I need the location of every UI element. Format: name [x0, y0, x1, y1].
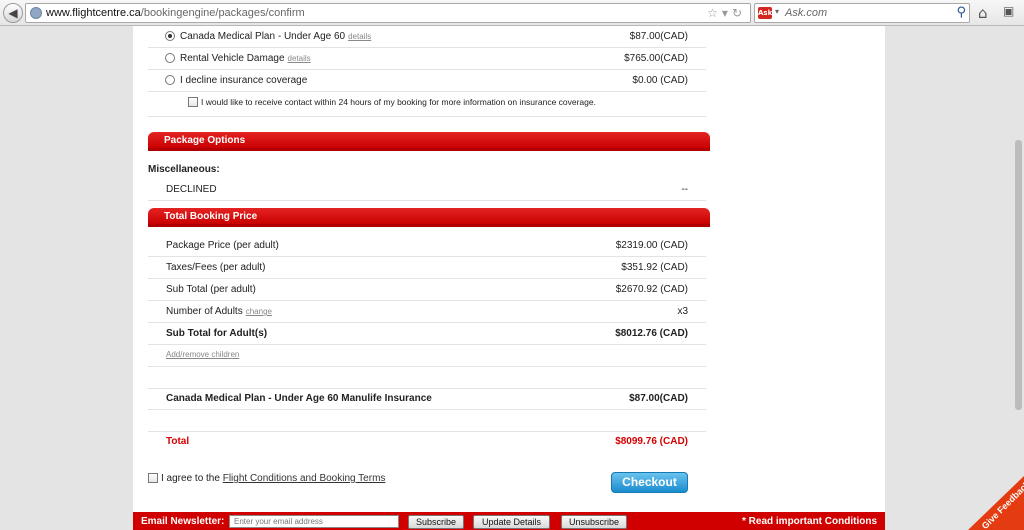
- booking-confirm-page: Canada Medical Plan - Under Age 60 detail…: [133, 26, 885, 512]
- checkout-button[interactable]: Checkout: [611, 472, 688, 493]
- adults-row: Number of Adults change x3: [148, 301, 706, 323]
- extensions-icon[interactable]: ▣: [1003, 4, 1014, 18]
- total-booking-header: Total Booking Price: [148, 208, 710, 227]
- search-icon[interactable]: ⚲: [956, 5, 966, 20]
- scrollbar[interactable]: [1015, 140, 1022, 410]
- change-adults-link[interactable]: change: [246, 307, 272, 316]
- subscribe-button[interactable]: Subscribe: [408, 515, 464, 529]
- insurance-option[interactable]: Canada Medical Plan - Under Age 60 detail…: [148, 26, 706, 48]
- miscellaneous-label: Miscellaneous:: [148, 164, 220, 175]
- insurance-contact-checkbox[interactable]: I would like to receive contact within 2…: [188, 97, 596, 107]
- declined-row: DECLINED --: [148, 179, 706, 201]
- total-row: Total $8099.76 (CAD): [166, 436, 688, 447]
- details-link[interactable]: details: [348, 32, 371, 41]
- subtotal-row: Sub Total (per adult) $2670.92 (CAD): [148, 279, 706, 301]
- conditions-link[interactable]: * Read important Conditions: [742, 516, 877, 527]
- search-input[interactable]: Ask.com: [785, 7, 827, 19]
- unsubscribe-button[interactable]: Unsubscribe: [561, 515, 627, 529]
- spacer-row: [148, 410, 706, 432]
- radio-unselected[interactable]: [165, 53, 175, 63]
- agree-terms[interactable]: I agree to the Flight Conditions and Boo…: [148, 473, 385, 484]
- taxes-row: Taxes/Fees (per adult) $351.92 (CAD): [148, 257, 706, 279]
- bookmark-star-icon[interactable]: ☆▾↻: [707, 6, 746, 20]
- insurance-option[interactable]: Rental Vehicle Damage details $765.00(CAD…: [148, 48, 706, 70]
- url-text: www.flightcentre.ca/bookingengine/packag…: [46, 7, 305, 19]
- update-details-button[interactable]: Update Details: [473, 515, 550, 529]
- add-children-link[interactable]: Add/remove children: [166, 350, 239, 359]
- terms-link[interactable]: Flight Conditions and Booking Terms: [223, 473, 386, 484]
- subtotal-adults-row: Sub Total for Adult(s) $8012.76 (CAD): [148, 323, 706, 345]
- email-input[interactable]: Enter your email address: [229, 515, 399, 528]
- package-options-header: Package Options: [148, 132, 710, 151]
- search-bar[interactable]: Ask ▾ Ask.com ⚲: [754, 3, 970, 23]
- chevron-down-icon[interactable]: ▾: [775, 7, 779, 16]
- ask-logo-icon: Ask: [758, 7, 773, 19]
- details-link[interactable]: details: [288, 54, 311, 63]
- checkbox[interactable]: [188, 97, 198, 107]
- agree-checkbox[interactable]: [148, 473, 158, 483]
- add-children-row: Add/remove children: [148, 345, 706, 367]
- insurance-option[interactable]: I decline insurance coverage $0.00 (CAD): [148, 70, 706, 92]
- browser-toolbar: ◀ www.flightcentre.ca/bookingengine/pack…: [0, 0, 1024, 26]
- address-bar[interactable]: www.flightcentre.ca/bookingengine/packag…: [25, 3, 751, 23]
- radio-unselected[interactable]: [165, 75, 175, 85]
- package-price-row: Package Price (per adult) $2319.00 (CAD): [148, 235, 706, 257]
- radio-selected[interactable]: [165, 31, 175, 41]
- newsletter-label: Email Newsletter:: [141, 516, 225, 527]
- globe-icon: [30, 7, 42, 19]
- newsletter-bar: Email Newsletter: Enter your email addre…: [133, 512, 885, 530]
- back-icon[interactable]: ◀: [3, 3, 23, 23]
- give-feedback-tab[interactable]: Give Feedback: [968, 476, 1024, 530]
- home-icon[interactable]: ⌂: [978, 4, 988, 22]
- spacer-row: [148, 367, 706, 389]
- insurance-summary-row: Canada Medical Plan - Under Age 60 Manul…: [148, 388, 706, 410]
